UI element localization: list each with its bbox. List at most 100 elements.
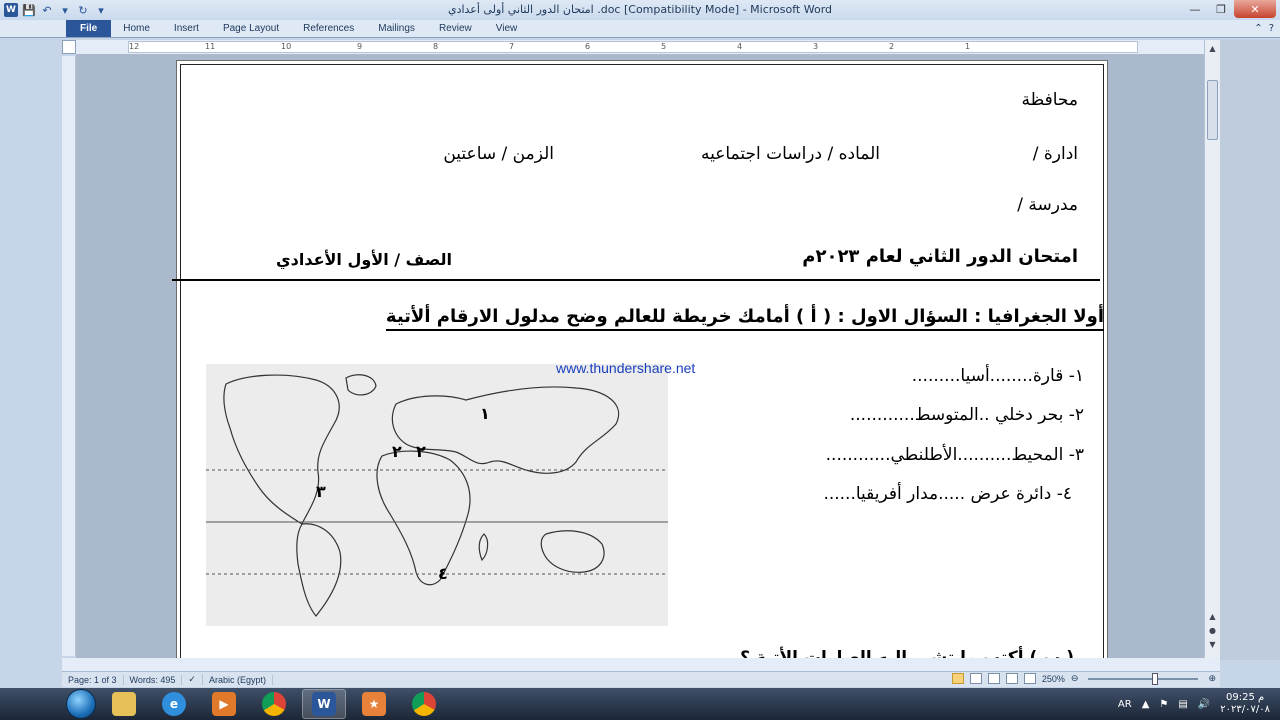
map-number-1: ١ bbox=[480, 404, 490, 423]
taskbar-chrome-2[interactable] bbox=[402, 689, 446, 719]
word-icon: W bbox=[312, 692, 336, 716]
taskbar-chrome[interactable] bbox=[252, 689, 296, 719]
draft-view-button[interactable] bbox=[1023, 673, 1036, 684]
browse-object-icon[interactable]: ● bbox=[1207, 624, 1218, 636]
window-edge bbox=[1220, 40, 1280, 660]
previous-page-icon[interactable]: ▲ bbox=[1207, 610, 1218, 622]
word-app-icon[interactable]: W bbox=[4, 3, 18, 17]
quick-access-toolbar: W 💾 ↶ ▾ ↻ ▾ bbox=[0, 3, 108, 17]
undo-icon[interactable]: ↶ bbox=[40, 3, 54, 17]
subject-label: الماده / دراسات اجتماعيه bbox=[700, 144, 880, 164]
tray-expand-icon[interactable]: ▲ bbox=[1142, 699, 1150, 710]
ribbon-tabs: File Home Insert Page Layout References … bbox=[0, 20, 1280, 38]
next-question-partial: ( ب ) أكتب ما تشير إليه العبارات الأتية … bbox=[740, 648, 1074, 658]
save-icon[interactable]: 💾 bbox=[22, 3, 36, 17]
ruler-number: 8 bbox=[433, 42, 439, 51]
answer-2: ٢- بحر دخلي ..المتوسط............ bbox=[849, 405, 1084, 425]
map-number-3: ٣ bbox=[316, 482, 326, 501]
taskbar-explorer[interactable] bbox=[102, 689, 146, 719]
word-count[interactable]: Words: 495 bbox=[124, 674, 183, 685]
zoom-slider[interactable] bbox=[1088, 672, 1199, 685]
chrome-icon bbox=[412, 692, 436, 716]
minimize-button[interactable]: — bbox=[1182, 0, 1208, 18]
vertical-ruler[interactable] bbox=[62, 56, 76, 656]
tab-view[interactable]: View bbox=[484, 23, 530, 37]
ruler-number: 12 bbox=[129, 42, 140, 51]
map-number-2b: ٢ bbox=[416, 442, 426, 461]
status-bar: Page: 1 of 3 Words: 495 ✓ Arabic (Egypt)… bbox=[62, 671, 1220, 687]
taskbar: e ▶ W ★ AR ▲ ⚑ ▤ 🔊 09:25 م ٢٠٢٣/٠٧/٠٨ bbox=[0, 688, 1280, 720]
ruler-number: 4 bbox=[737, 42, 743, 51]
print-layout-view-button[interactable] bbox=[951, 673, 964, 684]
ruler-number: 9 bbox=[357, 42, 363, 51]
tab-selector[interactable] bbox=[62, 40, 76, 54]
window-title: امتحان الدور الثاني أولى أعدادي .doc [Co… bbox=[447, 3, 833, 16]
full-screen-reading-button[interactable] bbox=[969, 673, 982, 684]
clock[interactable]: 09:25 م ٢٠٢٣/٠٧/٠٨ bbox=[1220, 692, 1270, 716]
network-icon[interactable]: ▤ bbox=[1178, 699, 1187, 710]
administration-label: ادارة / bbox=[1032, 144, 1078, 164]
zoom-slider-knob[interactable] bbox=[1152, 672, 1159, 685]
exam-title: امتحان الدور الثاني لعام ٢٠٢٣م bbox=[802, 246, 1078, 267]
taskbar-app[interactable]: ★ bbox=[352, 689, 396, 719]
tab-review[interactable]: Review bbox=[427, 23, 484, 37]
scroll-up-icon[interactable]: ▲ bbox=[1207, 42, 1218, 54]
taskbar-media[interactable]: ▶ bbox=[202, 689, 246, 719]
system-tray: AR ▲ ⚑ ▤ 🔊 09:25 م ٢٠٢٣/٠٧/٠٨ bbox=[1118, 688, 1270, 720]
redo-icon[interactable]: ↻ bbox=[76, 3, 90, 17]
media-player-icon: ▶ bbox=[212, 692, 236, 716]
start-button[interactable] bbox=[66, 689, 96, 719]
minimize-ribbon-icon[interactable]: ⌃ bbox=[1254, 23, 1262, 34]
proofing-icon[interactable]: ✓ bbox=[182, 674, 203, 685]
zoom-in-icon[interactable]: ⊕ bbox=[1208, 673, 1216, 684]
close-button[interactable]: ✕ bbox=[1234, 0, 1276, 18]
ruler-number: 11 bbox=[205, 42, 216, 51]
tab-home[interactable]: Home bbox=[111, 23, 162, 37]
tab-references[interactable]: References bbox=[291, 23, 366, 37]
chevron-down-icon[interactable]: ▾ bbox=[58, 3, 72, 17]
ruler-number: 3 bbox=[813, 42, 819, 51]
grade-label: الصف / الأول الأعدادي bbox=[275, 250, 452, 269]
vertical-scrollbar[interactable]: ▲ ▲ ● ▼ bbox=[1204, 40, 1220, 658]
restore-button[interactable]: ❐ bbox=[1208, 0, 1234, 18]
document-area[interactable]: محافظة ادارة / الماده / دراسات اجتماعيه … bbox=[76, 54, 1204, 658]
time-label: الزمن / ساعتين bbox=[443, 144, 554, 164]
language-indicator[interactable]: Arabic (Egypt) bbox=[203, 674, 273, 685]
flag-icon[interactable]: ⚑ bbox=[1159, 699, 1168, 710]
folder-icon bbox=[112, 692, 136, 716]
zoom-out-icon[interactable]: ⊖ bbox=[1071, 673, 1079, 684]
school-label: مدرسة / bbox=[1017, 195, 1078, 215]
watermark-text: www.thundershare.net bbox=[556, 360, 696, 376]
horizontal-ruler[interactable]: 12 11 10 9 8 7 6 5 4 3 2 1 bbox=[128, 41, 1138, 53]
map-number-4: ٤ bbox=[438, 564, 448, 583]
ruler-number: 6 bbox=[585, 42, 591, 51]
volume-icon[interactable]: 🔊 bbox=[1198, 699, 1210, 710]
governorate-label: محافظة bbox=[1021, 90, 1078, 110]
chrome-icon bbox=[262, 692, 286, 716]
tab-mailings[interactable]: Mailings bbox=[366, 23, 427, 37]
taskbar-ie[interactable]: e bbox=[152, 689, 196, 719]
question-title: أولا الجغرافيا : السؤال الاول : ( أ ) أم… bbox=[385, 306, 1104, 331]
help-icon[interactable]: ? bbox=[1269, 23, 1274, 34]
taskbar-word[interactable]: W bbox=[302, 689, 346, 719]
clock-time: 09:25 م bbox=[1226, 692, 1265, 703]
tab-insert[interactable]: Insert bbox=[162, 23, 211, 37]
customize-qat-icon[interactable]: ▾ bbox=[94, 3, 108, 17]
tab-file[interactable]: File bbox=[66, 20, 112, 37]
answer-1: ١- قارة........أسيا......... bbox=[911, 366, 1084, 386]
web-layout-button[interactable] bbox=[987, 673, 1000, 684]
page-count[interactable]: Page: 1 of 3 bbox=[62, 674, 124, 685]
zoom-level[interactable]: 250% bbox=[1042, 674, 1065, 684]
horizontal-ruler-bar: 12 11 10 9 8 7 6 5 4 3 2 1 bbox=[62, 40, 1204, 54]
outline-view-button[interactable] bbox=[1005, 673, 1018, 684]
answer-4: ٤- دائرة عرض .....مدار أفريقيا...... bbox=[823, 484, 1072, 504]
internet-explorer-icon: e bbox=[162, 692, 186, 716]
ruler-number: 7 bbox=[509, 42, 515, 51]
tab-page-layout[interactable]: Page Layout bbox=[211, 23, 291, 37]
ruler-number: 5 bbox=[661, 42, 667, 51]
clock-date: ٢٠٢٣/٠٧/٠٨ bbox=[1220, 704, 1270, 715]
language-bar[interactable]: AR bbox=[1118, 699, 1132, 710]
answer-3: ٣- المحيط..........الأطلنطي............ bbox=[825, 445, 1084, 465]
scroll-thumb[interactable] bbox=[1207, 80, 1218, 140]
next-page-icon[interactable]: ▼ bbox=[1207, 638, 1218, 650]
